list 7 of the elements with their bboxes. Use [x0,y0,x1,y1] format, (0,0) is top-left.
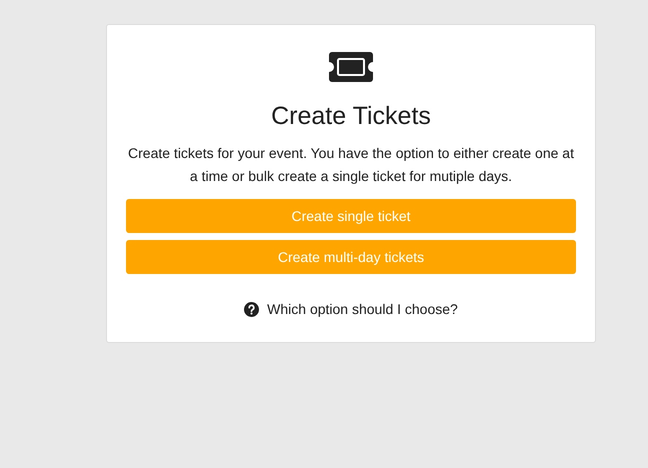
create-button[interactable]: Create single ticket [126,199,576,233]
help-icon [244,302,260,317]
help-link[interactable]: Which option should I choose? [244,299,458,320]
create-button[interactable]: Create multi-day tickets [126,240,576,274]
ticket-icon [329,52,373,82]
card-title: Create Tickets [271,101,431,132]
description: Create tickets for your event. You have the option to either create one at a time or bulk create a single ticket for mutiple days. [127,144,575,186]
